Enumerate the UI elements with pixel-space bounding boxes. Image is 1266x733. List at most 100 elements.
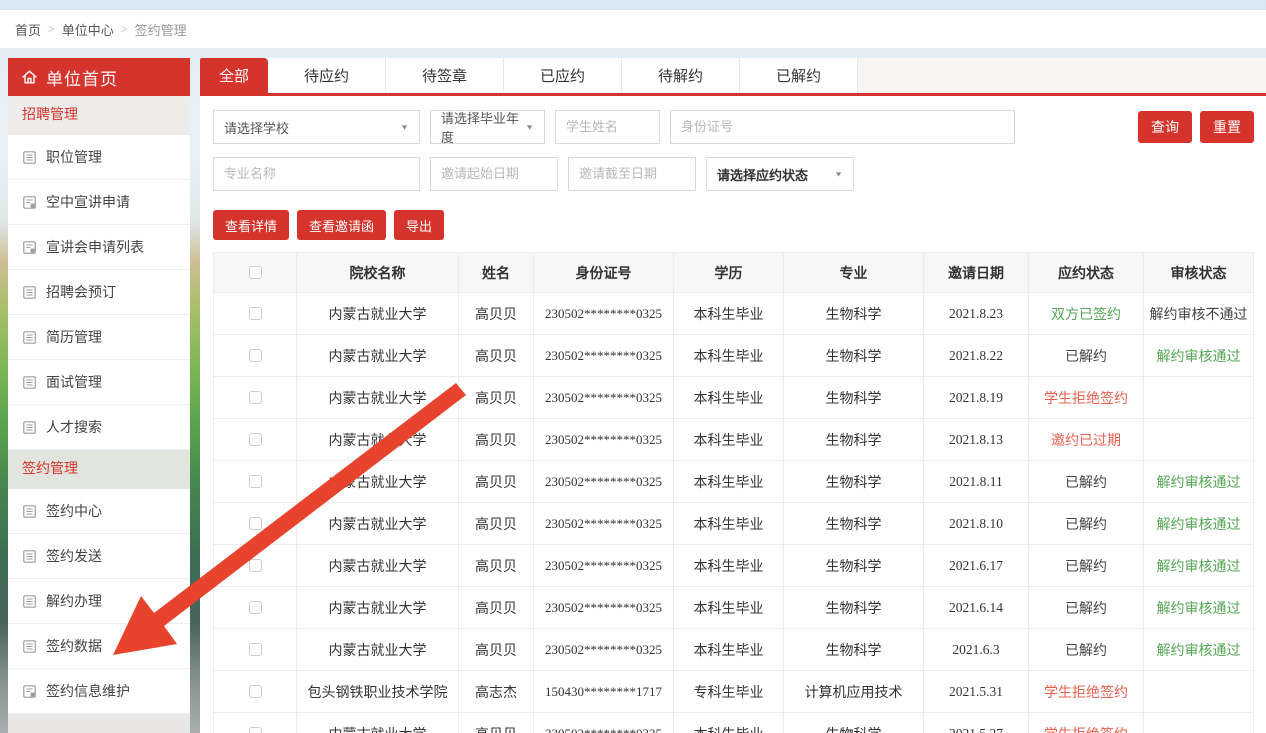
table-column-header: 专业	[784, 253, 924, 293]
sidebar-item[interactable]: 签约信息维护	[8, 669, 190, 714]
row-checkbox[interactable]	[249, 307, 262, 320]
row-checkbox-cell	[214, 713, 297, 733]
id-number-cell: 230502********0325	[534, 545, 674, 587]
select-all-checkbox[interactable]	[249, 266, 262, 279]
review-status-cell	[1144, 419, 1254, 461]
invite-end-date-input[interactable]	[568, 157, 696, 191]
row-checkbox[interactable]	[249, 349, 262, 362]
school-cell: 内蒙古就业大学	[297, 545, 459, 587]
sidebar-item[interactable]: 签约中心	[8, 489, 190, 534]
tab-item[interactable]: 已解约	[740, 58, 858, 93]
row-checkbox[interactable]	[249, 559, 262, 572]
degree-cell: 本科生毕业	[674, 293, 784, 335]
school-select[interactable]: 请选择学校 ▼	[213, 110, 420, 144]
tab-item[interactable]: 待解约	[622, 58, 740, 93]
school-cell: 内蒙古就业大学	[297, 377, 459, 419]
reset-button[interactable]: 重置	[1200, 111, 1254, 143]
major-cell: 生物科学	[784, 545, 924, 587]
row-checkbox[interactable]	[249, 391, 262, 404]
doc-lines-icon	[22, 375, 37, 390]
sidebar-item-label: 空中宣讲申请	[46, 192, 130, 212]
sidebar-home-header[interactable]: 单位首页	[8, 58, 190, 96]
doc-lines-icon	[22, 150, 37, 165]
invite-date-cell: 2021.6.3	[924, 629, 1029, 671]
major-cell: 生物科学	[784, 713, 924, 733]
major-cell: 生物科学	[784, 461, 924, 503]
invite-date-cell: 2021.6.17	[924, 545, 1029, 587]
invite-date-cell: 2021.8.19	[924, 377, 1029, 419]
major-cell: 生物科学	[784, 293, 924, 335]
export-button[interactable]: 导出	[394, 210, 444, 240]
degree-cell: 本科生毕业	[674, 713, 784, 733]
sidebar-item[interactable]: 职位管理	[8, 135, 190, 180]
major-cell: 生物科学	[784, 377, 924, 419]
tab-item[interactable]: 待签章	[386, 58, 504, 93]
degree-cell: 本科生毕业	[674, 335, 784, 377]
school-select-value: 请选择学校	[224, 118, 289, 137]
breadcrumb-item[interactable]: 单位中心	[62, 20, 114, 39]
doc-lines-icon	[22, 594, 37, 609]
row-checkbox[interactable]	[249, 517, 262, 530]
search-button[interactable]: 查询	[1138, 111, 1192, 143]
sidebar-item[interactable]: 宣讲会申请列表	[8, 225, 190, 270]
degree-cell: 本科生毕业	[674, 461, 784, 503]
sidebar-item[interactable]: 招聘会预订	[8, 270, 190, 315]
sidebar-item[interactable]: 解约办理	[8, 579, 190, 624]
major-name-input[interactable]	[213, 157, 420, 191]
name-cell: 高贝贝	[459, 503, 534, 545]
table-row: 内蒙古就业大学高贝贝230502********0325本科生毕业生物科学202…	[214, 545, 1254, 587]
row-checkbox[interactable]	[249, 601, 262, 614]
table-header-row: 院校名称姓名身份证号学历专业邀请日期应约状态审核状态	[214, 253, 1254, 293]
sidebar-item[interactable]: 签约数据	[8, 624, 190, 669]
view-detail-button[interactable]: 查看详情	[213, 210, 289, 240]
id-number-cell: 230502********0325	[534, 587, 674, 629]
major-cell: 生物科学	[784, 587, 924, 629]
tab-item[interactable]: 待应约	[268, 58, 386, 93]
view-invitation-button[interactable]: 查看邀请函	[297, 210, 386, 240]
row-checkbox[interactable]	[249, 685, 262, 698]
row-checkbox[interactable]	[249, 727, 262, 733]
caret-down-icon: ▼	[525, 123, 534, 131]
degree-cell: 本科生毕业	[674, 587, 784, 629]
major-cell: 生物科学	[784, 419, 924, 461]
sidebar-item[interactable]: 面试管理	[8, 360, 190, 405]
sidebar-item[interactable]: 人才搜索	[8, 405, 190, 450]
breadcrumb-item[interactable]: 首页	[15, 20, 41, 39]
table-column-header: 邀请日期	[924, 253, 1029, 293]
table-column-header: 身份证号	[534, 253, 674, 293]
tab-item[interactable]: 已应约	[504, 58, 622, 93]
sidebar-item[interactable]: 空中宣讲申请	[8, 180, 190, 225]
name-cell: 高贝贝	[459, 545, 534, 587]
row-checkbox[interactable]	[249, 475, 262, 488]
response-status-cell: 学生拒绝签约	[1029, 671, 1144, 713]
response-status-select-value: 请选择应约状态	[717, 165, 808, 184]
id-number-input[interactable]	[670, 110, 1015, 144]
sidebar-item[interactable]: 简历管理	[8, 315, 190, 360]
row-checkbox-cell	[214, 377, 297, 419]
sidebar-item-label: 面试管理	[46, 372, 102, 392]
response-status-cell: 已解约	[1029, 503, 1144, 545]
school-cell: 内蒙古就业大学	[297, 335, 459, 377]
page: { "breadcrumb": { "separator": ">", "ite…	[0, 0, 1266, 733]
breadcrumb: 首页>单位中心>签约管理	[0, 10, 1266, 48]
response-status-cell: 双方已签约	[1029, 293, 1144, 335]
student-name-input[interactable]	[555, 110, 660, 144]
invite-start-date-input[interactable]	[430, 157, 558, 191]
filter-panel: 请选择学校 ▼ 请选择毕业年度 ▼ 查询 重置 请选择应约状态 ▼ 查看详情 查…	[200, 96, 1266, 240]
grad-year-select[interactable]: 请选择毕业年度 ▼	[430, 110, 545, 144]
sidebar-section-label: 招聘管理	[8, 96, 190, 135]
name-cell: 高贝贝	[459, 377, 534, 419]
review-status-cell: 解约审核通过	[1144, 629, 1254, 671]
tab-item[interactable]: 全部	[200, 58, 268, 93]
table-row: 内蒙古就业大学高贝贝230502********0325本科生毕业生物科学202…	[214, 377, 1254, 419]
sidebar-item-label: 招聘会预订	[46, 282, 116, 302]
response-status-cell: 已解约	[1029, 335, 1144, 377]
row-checkbox[interactable]	[249, 433, 262, 446]
row-checkbox-cell	[214, 335, 297, 377]
grad-year-select-value: 请选择毕业年度	[441, 108, 519, 146]
id-number-cell: 230502********0325	[534, 335, 674, 377]
response-status-select[interactable]: 请选择应约状态 ▼	[706, 157, 854, 191]
row-checkbox[interactable]	[249, 643, 262, 656]
sidebar-item[interactable]: 签约发送	[8, 534, 190, 579]
doc-lines-icon	[22, 504, 37, 519]
